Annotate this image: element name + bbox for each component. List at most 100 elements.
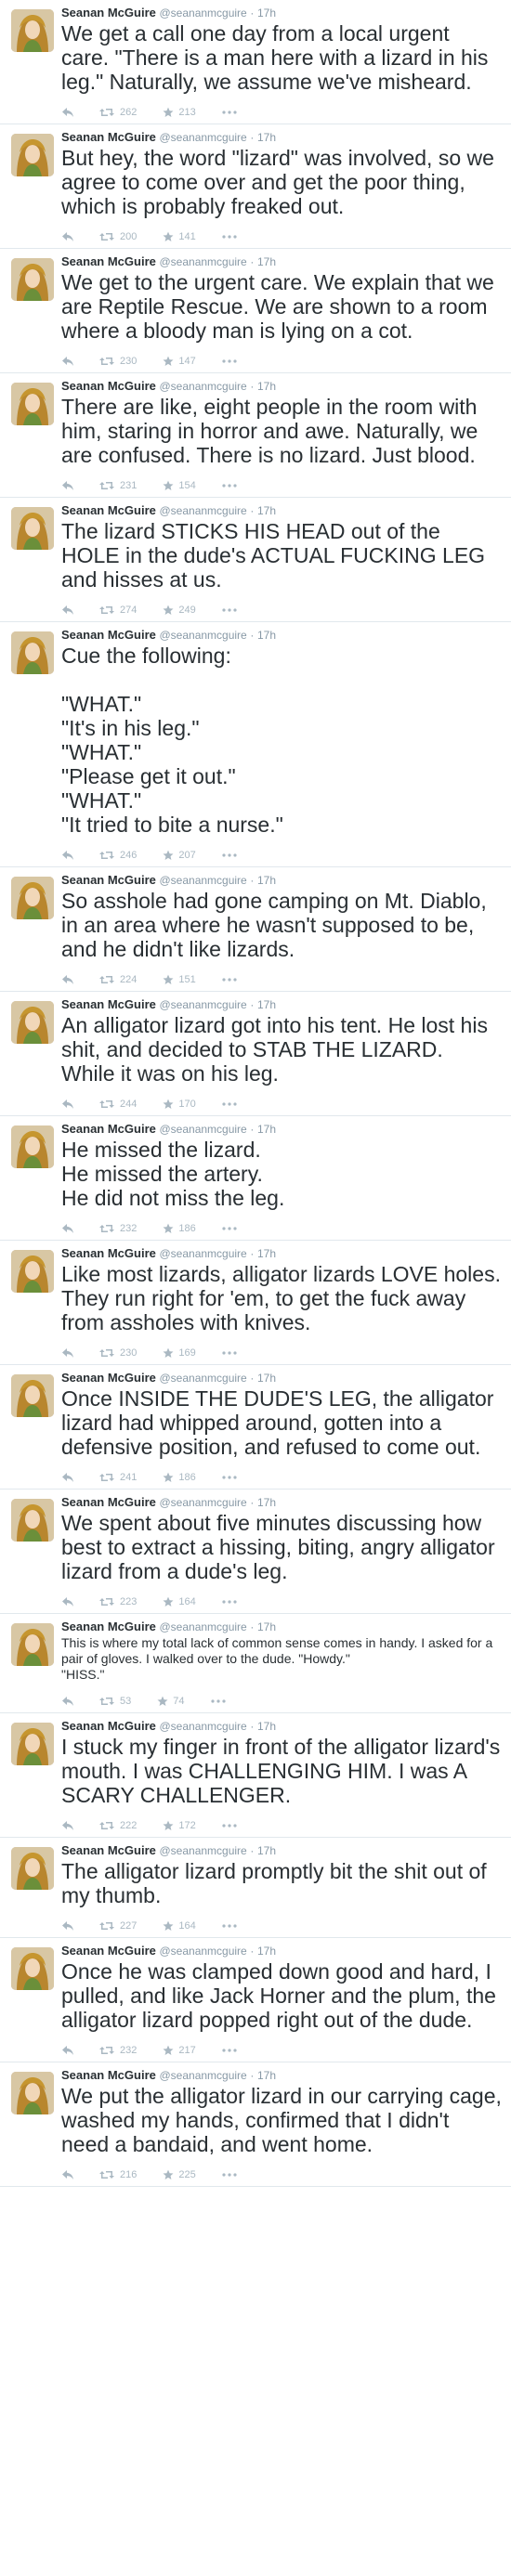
more-button[interactable] [222, 235, 237, 239]
retweet-button[interactable]: 230 [98, 356, 137, 367]
author-name[interactable]: Seanan McGuire [61, 2068, 156, 2082]
author-name[interactable]: Seanan McGuire [61, 997, 156, 1011]
tweet-8[interactable]: Seanan McGuire @seananmcguire · 17h An a… [0, 992, 511, 1116]
reply-button[interactable] [61, 1472, 74, 1483]
favorite-button[interactable]: 186 [163, 1472, 196, 1483]
avatar[interactable] [11, 1250, 54, 1293]
more-button[interactable] [210, 1699, 226, 1703]
tweet-timestamp[interactable]: 17h [257, 1123, 276, 1136]
tweet-timestamp[interactable]: 17h [257, 255, 276, 268]
reply-button[interactable] [61, 605, 74, 616]
more-button[interactable] [222, 484, 237, 488]
tweet-14[interactable]: Seanan McGuire @seananmcguire · 17h I st… [0, 1713, 511, 1838]
retweet-button[interactable]: 200 [98, 231, 137, 242]
author-name[interactable]: Seanan McGuire [61, 254, 156, 268]
tweet-timestamp[interactable]: 17h [257, 874, 276, 887]
favorite-button[interactable]: 170 [163, 1099, 196, 1110]
avatar[interactable] [11, 1623, 54, 1666]
author-handle[interactable]: @seananmcguire [160, 1496, 247, 1509]
favorite-button[interactable]: 186 [163, 1223, 196, 1234]
favorite-button[interactable]: 172 [163, 1820, 196, 1831]
more-button[interactable] [222, 978, 237, 982]
author-name[interactable]: Seanan McGuire [61, 1246, 156, 1260]
favorite-button[interactable]: 207 [163, 850, 196, 861]
author-handle[interactable]: @seananmcguire [160, 1720, 247, 1733]
author-handle[interactable]: @seananmcguire [160, 1247, 247, 1260]
more-button[interactable] [222, 1924, 237, 1928]
retweet-button[interactable]: 227 [98, 1920, 137, 1932]
more-button[interactable] [222, 1227, 237, 1230]
retweet-button[interactable]: 222 [98, 1820, 137, 1831]
author-name[interactable]: Seanan McGuire [61, 1620, 156, 1633]
tweet-timestamp[interactable]: 17h [257, 998, 276, 1011]
tweet-timestamp[interactable]: 17h [257, 1844, 276, 1857]
retweet-button[interactable]: 241 [98, 1472, 137, 1483]
author-handle[interactable]: @seananmcguire [160, 874, 247, 887]
favorite-button[interactable]: 147 [163, 356, 196, 367]
more-button[interactable] [222, 1102, 237, 1106]
tweet-timestamp[interactable]: 17h [257, 1372, 276, 1385]
retweet-button[interactable]: 231 [98, 480, 137, 491]
tweet-12[interactable]: Seanan McGuire @seananmcguire · 17h We s… [0, 1490, 511, 1614]
reply-button[interactable] [61, 1820, 74, 1831]
reply-button[interactable] [61, 1223, 74, 1234]
favorite-button[interactable]: 141 [163, 231, 196, 242]
favorite-button[interactable]: 249 [163, 605, 196, 616]
retweet-button[interactable]: 230 [98, 1347, 137, 1359]
retweet-button[interactable]: 53 [98, 1696, 131, 1707]
reply-button[interactable] [61, 1099, 74, 1110]
more-button[interactable] [222, 1600, 237, 1604]
author-name[interactable]: Seanan McGuire [61, 628, 156, 642]
author-handle[interactable]: @seananmcguire [160, 1945, 247, 1958]
retweet-button[interactable]: 244 [98, 1099, 137, 1110]
retweet-button[interactable]: 224 [98, 974, 137, 985]
favorite-button[interactable]: 164 [163, 1920, 196, 1932]
author-name[interactable]: Seanan McGuire [61, 1843, 156, 1857]
more-button[interactable] [222, 359, 237, 363]
retweet-button[interactable]: 223 [98, 1596, 137, 1607]
avatar[interactable] [11, 1499, 54, 1542]
tweet-1[interactable]: Seanan McGuire @seananmcguire · 17h We g… [0, 0, 511, 124]
avatar[interactable] [11, 258, 54, 301]
author-name[interactable]: Seanan McGuire [61, 130, 156, 144]
reply-button[interactable] [61, 107, 74, 118]
retweet-button[interactable]: 246 [98, 850, 137, 861]
avatar[interactable] [11, 1125, 54, 1168]
tweet-16[interactable]: Seanan McGuire @seananmcguire · 17h Once… [0, 1938, 511, 2062]
retweet-button[interactable]: 274 [98, 605, 137, 616]
author-handle[interactable]: @seananmcguire [160, 998, 247, 1011]
author-name[interactable]: Seanan McGuire [61, 1122, 156, 1136]
tweet-timestamp[interactable]: 17h [257, 1620, 276, 1633]
avatar[interactable] [11, 2072, 54, 2114]
author-handle[interactable]: @seananmcguire [160, 255, 247, 268]
author-handle[interactable]: @seananmcguire [160, 1844, 247, 1857]
reply-button[interactable] [61, 2045, 74, 2056]
more-button[interactable] [222, 111, 237, 114]
more-button[interactable] [222, 1824, 237, 1828]
tweet-10[interactable]: Seanan McGuire @seananmcguire · 17h Like… [0, 1241, 511, 1365]
favorite-button[interactable]: 154 [163, 480, 196, 491]
tweet-3[interactable]: Seanan McGuire @seananmcguire · 17h We g… [0, 249, 511, 373]
tweet-2[interactable]: Seanan McGuire @seananmcguire · 17h But … [0, 124, 511, 249]
author-name[interactable]: Seanan McGuire [61, 1944, 156, 1958]
reply-button[interactable] [61, 1596, 74, 1607]
tweet-6[interactable]: Seanan McGuire @seananmcguire · 17h Cue … [0, 622, 511, 867]
more-button[interactable] [222, 608, 237, 612]
tweet-timestamp[interactable]: 17h [257, 7, 276, 20]
tweet-11[interactable]: Seanan McGuire @seananmcguire · 17h Once… [0, 1365, 511, 1490]
tweet-timestamp[interactable]: 17h [257, 1945, 276, 1958]
reply-button[interactable] [61, 1347, 74, 1359]
avatar[interactable] [11, 1723, 54, 1765]
reply-button[interactable] [61, 1920, 74, 1932]
more-button[interactable] [222, 1476, 237, 1479]
reply-button[interactable] [61, 850, 74, 861]
author-handle[interactable]: @seananmcguire [160, 7, 247, 20]
favorite-button[interactable]: 169 [163, 1347, 196, 1359]
tweet-17[interactable]: Seanan McGuire @seananmcguire · 17h We p… [0, 2062, 511, 2187]
reply-button[interactable] [61, 1696, 74, 1707]
avatar[interactable] [11, 1847, 54, 1890]
reply-button[interactable] [61, 480, 74, 491]
author-handle[interactable]: @seananmcguire [160, 504, 247, 517]
author-name[interactable]: Seanan McGuire [61, 1371, 156, 1385]
tweet-timestamp[interactable]: 17h [257, 504, 276, 517]
